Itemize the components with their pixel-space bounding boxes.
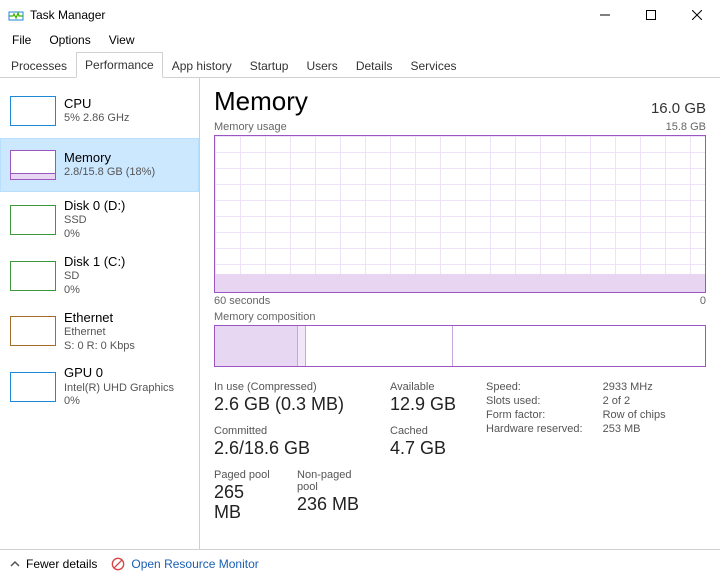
minimize-button[interactable] (582, 0, 628, 30)
tab-details[interactable]: Details (347, 53, 402, 78)
sidebar-item-sub: 5% 2.86 GHz (64, 112, 129, 126)
disk-thumbnail-icon (10, 261, 56, 291)
statusbar: Fewer details Open Resource Monitor (0, 549, 720, 577)
composition-title: Memory composition (214, 311, 706, 323)
sidebar-item-label: Disk 0 (D:) (64, 198, 125, 214)
stat-value: 2.6 GB (0.3 MB) (214, 395, 374, 415)
chart-time-left: 60 seconds (214, 295, 270, 307)
sidebar-item-disk1[interactable]: Disk 1 (C:) SD 0% (0, 248, 199, 304)
sidebar-item-sub: 0% (64, 395, 174, 409)
stat-value: 4.7 GB (390, 439, 470, 459)
chart-time-right: 0 (700, 295, 706, 307)
tabbar: Processes Performance App history Startu… (0, 52, 720, 78)
fewer-details-label: Fewer details (26, 557, 97, 571)
tab-services[interactable]: Services (402, 53, 466, 78)
stat-label: Non-paged pool (297, 469, 374, 493)
chart-title: Memory usage (214, 121, 287, 133)
sidebar-item-ethernet[interactable]: Ethernet Ethernet S: 0 R: 0 Kbps (0, 304, 199, 360)
ethernet-thumbnail-icon (10, 316, 56, 346)
composition-segment (298, 326, 305, 366)
info-value: 2933 MHz (603, 381, 666, 393)
menu-options[interactable]: Options (41, 31, 98, 49)
page-title: Memory (214, 86, 308, 117)
memory-thumbnail-icon (10, 150, 56, 180)
sidebar-item-label: Memory (64, 150, 155, 166)
sidebar-item-sub: Intel(R) UHD Graphics (64, 382, 174, 396)
performance-sidebar: CPU 5% 2.86 GHz Memory 2.8/15.8 GB (18%)… (0, 78, 200, 550)
memory-info-grid: Speed: 2933 MHz Slots used: 2 of 2 Form … (486, 381, 666, 435)
sidebar-item-memory[interactable]: Memory 2.8/15.8 GB (18%) (0, 138, 199, 192)
tab-processes[interactable]: Processes (2, 53, 76, 78)
info-label: Slots used: (486, 395, 583, 407)
sidebar-item-sub: 0% (64, 284, 125, 298)
menu-view[interactable]: View (101, 31, 143, 49)
stat-label: Paged pool (214, 469, 275, 481)
info-label: Form factor: (486, 409, 583, 421)
info-value: 253 MB (603, 423, 666, 435)
gpu-thumbnail-icon (10, 372, 56, 402)
main-panel: Memory 16.0 GB Memory usage 15.8 GB 60 s… (200, 78, 720, 550)
chart-max: 15.8 GB (666, 121, 706, 133)
titlebar: Task Manager (0, 0, 720, 30)
info-label: Speed: (486, 381, 583, 393)
open-resource-monitor-label: Open Resource Monitor (131, 557, 258, 571)
sidebar-item-disk0[interactable]: Disk 0 (D:) SSD 0% (0, 192, 199, 248)
memory-usage-chart (214, 135, 706, 293)
sidebar-item-sub: Ethernet (64, 326, 135, 340)
sidebar-item-sub: SD (64, 270, 125, 284)
tab-performance[interactable]: Performance (76, 52, 163, 78)
window-controls (582, 0, 720, 30)
sidebar-item-sub: SSD (64, 214, 125, 228)
sidebar-item-label: CPU (64, 96, 129, 112)
cpu-thumbnail-icon (10, 96, 56, 126)
stat-value: 2.6/18.6 GB (214, 439, 374, 459)
menubar: File Options View (0, 30, 720, 50)
info-label: Hardware reserved: (486, 423, 583, 435)
composition-segment (453, 326, 705, 366)
memory-composition-chart (214, 325, 706, 367)
stat-label: Cached (390, 425, 470, 437)
stat-label: Available (390, 381, 470, 393)
window-title: Task Manager (30, 8, 105, 22)
stat-label: In use (Compressed) (214, 381, 374, 393)
chevron-up-icon (10, 559, 20, 569)
composition-segment (215, 326, 298, 366)
app-icon (8, 7, 24, 23)
sidebar-item-sub: 0% (64, 228, 125, 242)
tab-startup[interactable]: Startup (241, 53, 298, 78)
sidebar-item-label: Ethernet (64, 310, 135, 326)
stat-value: 265 MB (214, 483, 275, 523)
composition-segment (306, 326, 453, 366)
sidebar-item-sub: S: 0 R: 0 Kbps (64, 340, 135, 354)
close-button[interactable] (674, 0, 720, 30)
sidebar-item-label: GPU 0 (64, 365, 174, 381)
memory-total: 16.0 GB (651, 100, 706, 117)
menu-file[interactable]: File (4, 31, 39, 49)
info-value: 2 of 2 (603, 395, 666, 407)
tab-app-history[interactable]: App history (163, 53, 241, 78)
fewer-details-button[interactable]: Fewer details (10, 557, 97, 571)
sidebar-item-cpu[interactable]: CPU 5% 2.86 GHz (0, 84, 199, 138)
info-value: Row of chips (603, 409, 666, 421)
maximize-button[interactable] (628, 0, 674, 30)
stat-label: Committed (214, 425, 374, 437)
stat-value: 236 MB (297, 495, 374, 515)
resource-monitor-icon (111, 557, 125, 571)
sidebar-item-sub: 2.8/15.8 GB (18%) (64, 166, 155, 180)
tab-users[interactable]: Users (297, 53, 346, 78)
open-resource-monitor-link[interactable]: Open Resource Monitor (111, 557, 258, 571)
stat-value: 12.9 GB (390, 395, 470, 415)
disk-thumbnail-icon (10, 205, 56, 235)
sidebar-item-gpu[interactable]: GPU 0 Intel(R) UHD Graphics 0% (0, 359, 199, 415)
sidebar-item-label: Disk 1 (C:) (64, 254, 125, 270)
